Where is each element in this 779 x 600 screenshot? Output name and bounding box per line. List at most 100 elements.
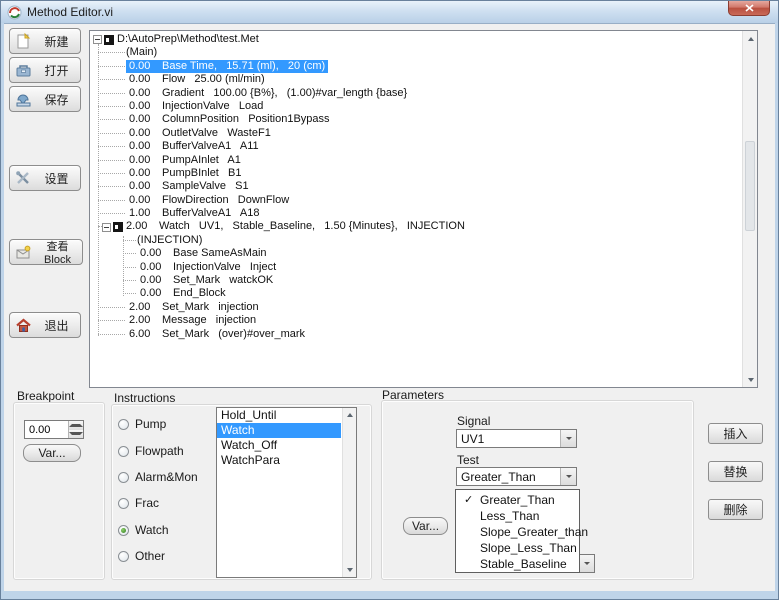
app-icon (7, 5, 22, 20)
tree-row[interactable]: 0.00Gradient 100.00 {B%}, (1.00)#var_len… (93, 87, 741, 100)
radio-pump[interactable]: Pump (118, 417, 166, 431)
close-icon (745, 4, 754, 12)
document-icon (104, 35, 114, 45)
tree-content: D:\AutoPrep\Method\test.Met (Main) 0.00 … (93, 33, 741, 387)
open-button[interactable]: 打开 (9, 57, 81, 83)
tree-row[interactable]: 0.00InjectionValve Inject (93, 261, 741, 274)
spin-down-icon[interactable] (69, 430, 83, 439)
instruction-listbox[interactable]: Hold_Until Watch Watch_Off WatchPara (216, 407, 357, 578)
tree-row[interactable]: 0.00OutletValve WasteF1 (93, 127, 741, 140)
tree-scrollbar[interactable] (742, 31, 757, 387)
view-block-button[interactable]: 查看Block (9, 239, 83, 265)
spin-up-icon[interactable] (69, 421, 83, 430)
window-title: Method Editor.vi (27, 5, 113, 19)
checkmark-icon: ✓ (464, 492, 473, 508)
radio-other[interactable]: Other (118, 549, 165, 563)
settings-button[interactable]: 设置 (9, 165, 81, 191)
method-tree[interactable]: D:\AutoPrep\Method\test.Met (Main) 0.00 … (89, 30, 758, 388)
titlebar[interactable]: Method Editor.vi (1, 1, 778, 23)
radio-icon (118, 498, 129, 509)
tree-row[interactable]: 2.00Message injection (93, 314, 741, 327)
tree-row[interactable]: 0.00PumpAInlet A1 (93, 154, 741, 167)
new-button-label: 新建 (36, 33, 80, 50)
tree-row-selected[interactable]: 0.00 Base Time, 15.71 (ml), 20 (cm) (93, 60, 741, 73)
tree-row[interactable]: 0.00BufferValveA1 A11 (93, 140, 741, 153)
test-label: Test (457, 453, 479, 467)
parameters-var-button[interactable]: Var... (403, 517, 448, 535)
save-icon (15, 91, 32, 108)
tree-row[interactable]: 0.00Flow 25.00 (ml/min) (93, 73, 741, 86)
save-button[interactable]: 保存 (9, 86, 81, 112)
collapse-box-icon[interactable] (102, 223, 111, 232)
new-button[interactable]: 新建 (9, 28, 81, 54)
tree-row[interactable]: 1.00BufferValveA1 A18 (93, 207, 741, 220)
collapse-box-icon[interactable] (93, 35, 102, 44)
scroll-down-icon[interactable] (343, 563, 357, 577)
signal-value: UV1 (457, 430, 560, 447)
breakpoint-value: 0.00 (25, 421, 68, 438)
exit-button[interactable]: 退出 (9, 312, 81, 338)
radio-selected-icon (118, 525, 129, 536)
breakpoint-spinbox[interactable]: 0.00 (24, 420, 84, 439)
signal-select[interactable]: UV1 (456, 429, 577, 448)
view-block-button-label: 查看Block (36, 238, 82, 266)
close-button[interactable] (728, 1, 770, 16)
chevron-down-icon[interactable] (578, 555, 594, 572)
replace-button[interactable]: 替换 (708, 461, 763, 482)
test-value: Greater_Than (457, 468, 560, 485)
list-item[interactable]: Watch_Off (217, 438, 341, 453)
radio-icon (118, 472, 129, 483)
tree-row[interactable]: 0.00Base SameAsMain (93, 247, 741, 260)
menu-item-less-than[interactable]: Less_Than (456, 508, 579, 524)
list-item[interactable]: Hold_Until (217, 408, 341, 423)
radio-flowpath[interactable]: Flowpath (118, 444, 184, 458)
settings-button-label: 设置 (36, 170, 80, 187)
breakpoint-label: Breakpoint (17, 389, 74, 403)
chevron-down-icon[interactable] (560, 430, 576, 447)
tree-row[interactable]: 6.00Set_Mark (over)#over_mark (93, 328, 741, 341)
delete-button[interactable]: 删除 (708, 499, 763, 520)
tree-row[interactable]: 0.00FlowDirection DownFlow (93, 194, 741, 207)
radio-icon (118, 419, 129, 430)
scroll-up-icon[interactable] (343, 408, 357, 422)
radio-alarm-mon[interactable]: Alarm&Mon (118, 470, 198, 484)
scroll-thumb[interactable] (745, 141, 755, 231)
tree-row[interactable]: 0.00Set_Mark watckOK (93, 274, 741, 287)
view-block-icon (15, 244, 32, 261)
menu-item-greater-than[interactable]: ✓Greater_Than (456, 492, 579, 508)
tree-row[interactable]: 0.00ColumnPosition Position1Bypass (93, 113, 741, 126)
instructions-label: Instructions (114, 391, 175, 405)
radio-frac[interactable]: Frac (118, 496, 159, 510)
breakpoint-var-button[interactable]: Var... (23, 444, 81, 462)
settings-tools-icon (15, 170, 32, 187)
list-item-selected[interactable]: Watch (217, 423, 341, 438)
test-dropdown-menu: ✓Greater_Than Less_Than Slope_Greater_th… (455, 489, 580, 573)
open-folder-icon (15, 62, 32, 79)
exit-home-icon (15, 317, 32, 334)
tree-row[interactable]: 0.00End_Block (93, 287, 741, 300)
tree-row[interactable]: (Main) (93, 46, 741, 59)
open-button-label: 打开 (36, 62, 80, 79)
tree-row[interactable]: (INJECTION) (93, 234, 741, 247)
menu-item-stable-baseline[interactable]: Stable_Baseline (456, 556, 579, 572)
radio-watch[interactable]: Watch (118, 523, 169, 537)
menu-item-slope-greater-than[interactable]: Slope_Greater_than (456, 524, 579, 540)
tree-row[interactable]: 0.00PumpBInlet B1 (93, 167, 741, 180)
new-document-icon (15, 33, 32, 50)
chevron-down-icon[interactable] (560, 468, 576, 485)
listbox-scrollbar[interactable] (342, 408, 356, 577)
list-item[interactable]: WatchPara (217, 453, 341, 468)
menu-item-slope-less-than[interactable]: Slope_Less_Than (456, 540, 579, 556)
tree-row-root[interactable]: D:\AutoPrep\Method\test.Met (93, 33, 741, 46)
tree-row[interactable]: 0.00InjectionValve Load (93, 100, 741, 113)
radio-icon (118, 551, 129, 562)
test-select[interactable]: Greater_Than (456, 467, 577, 486)
tree-row-watch-block[interactable]: 2.00 Watch UV1, Stable_Baseline, 1.50 {M… (93, 220, 741, 233)
scroll-down-icon[interactable] (743, 372, 758, 387)
tree-root-label: D:\AutoPrep\Method\test.Met (117, 33, 259, 46)
tree-row[interactable]: 0.00SampleValve S1 (93, 180, 741, 193)
scroll-up-icon[interactable] (743, 31, 758, 46)
tree-row[interactable]: 2.00Set_Mark injection (93, 301, 741, 314)
exit-button-label: 退出 (36, 317, 80, 334)
insert-button[interactable]: 插入 (708, 423, 763, 444)
